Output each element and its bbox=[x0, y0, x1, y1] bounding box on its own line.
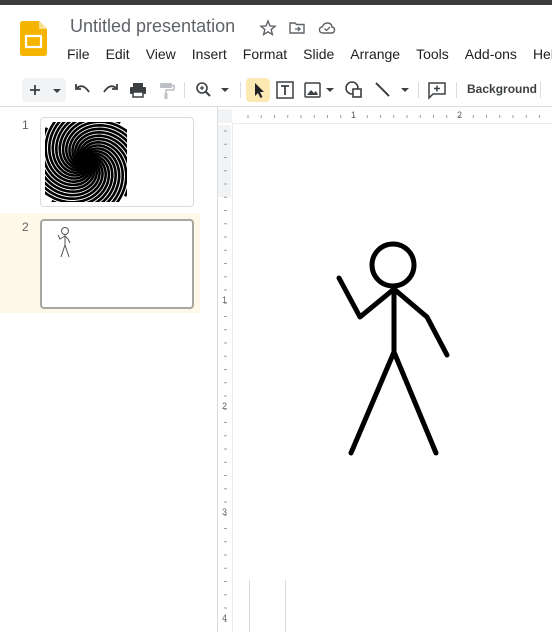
slide-number: 2 bbox=[22, 220, 29, 234]
slide-thumbnail-1[interactable] bbox=[40, 117, 194, 207]
toolbar-separator bbox=[240, 82, 241, 98]
ruler-label: 2 bbox=[222, 401, 228, 411]
shape-icon bbox=[345, 81, 362, 98]
document-title[interactable]: Untitled presentation bbox=[70, 16, 235, 37]
menu-help[interactable]: Help bbox=[525, 44, 552, 64]
select-tool-button[interactable] bbox=[246, 78, 270, 102]
toolbar: Background bbox=[0, 74, 552, 107]
toolbar-separator bbox=[418, 82, 419, 98]
stick-figure-drawing[interactable] bbox=[233, 124, 552, 632]
ruler-label: 1 bbox=[351, 110, 357, 120]
select-icon bbox=[255, 83, 264, 98]
print-button[interactable] bbox=[127, 78, 149, 102]
ruler-label: 4 bbox=[222, 613, 228, 623]
menu-insert[interactable]: Insert bbox=[184, 44, 235, 64]
slides-logo-icon[interactable] bbox=[20, 21, 47, 56]
undo-icon bbox=[75, 84, 90, 93]
move-to-folder-icon[interactable] bbox=[288, 19, 306, 37]
cloud-saved-icon[interactable] bbox=[318, 19, 336, 37]
textbox-icon bbox=[276, 81, 294, 99]
line-button[interactable] bbox=[372, 78, 412, 102]
insert-image-button[interactable] bbox=[302, 78, 336, 102]
ruler-corner bbox=[218, 109, 232, 123]
slide-thumbnail-2[interactable] bbox=[40, 219, 194, 309]
ruler-ticks bbox=[224, 130, 227, 622]
new-slide-button[interactable] bbox=[22, 78, 66, 102]
stick-figure-thumbnail bbox=[57, 227, 71, 258]
spiral-image bbox=[45, 122, 127, 202]
toolbar-separator bbox=[184, 82, 185, 98]
slide-canvas[interactable] bbox=[233, 124, 552, 632]
comment-icon bbox=[428, 82, 446, 100]
textbox-button[interactable] bbox=[274, 78, 296, 102]
shape-button[interactable] bbox=[342, 78, 366, 102]
ruler-label: 3 bbox=[222, 507, 228, 517]
paint-format-button[interactable] bbox=[155, 78, 177, 102]
print-icon bbox=[130, 83, 146, 98]
menu-arrange[interactable]: Arrange bbox=[342, 44, 408, 64]
toolbar-separator bbox=[540, 82, 541, 98]
line-icon bbox=[375, 82, 409, 97]
window-top-strip bbox=[0, 0, 552, 5]
menu-file[interactable]: File bbox=[59, 44, 98, 64]
menu-view[interactable]: View bbox=[138, 44, 184, 64]
star-icon[interactable] bbox=[259, 19, 277, 37]
paint-format-icon bbox=[160, 83, 175, 99]
ruler-label: 2 bbox=[457, 110, 463, 120]
guide-line bbox=[285, 580, 286, 632]
zoom-icon bbox=[196, 82, 229, 97]
guide-line bbox=[249, 580, 250, 632]
slide-number: 1 bbox=[22, 118, 29, 132]
zoom-button[interactable] bbox=[193, 78, 235, 102]
background-button[interactable]: Background bbox=[467, 82, 537, 96]
menu-tools[interactable]: Tools bbox=[408, 44, 457, 64]
menu-edit[interactable]: Edit bbox=[98, 44, 138, 64]
ruler-ticks bbox=[247, 115, 540, 118]
horizontal-ruler: 1 2 bbox=[232, 109, 552, 124]
vertical-ruler: 1 2 3 4 bbox=[218, 123, 233, 632]
redo-icon bbox=[103, 84, 118, 93]
menu-add-ons[interactable]: Add-ons bbox=[457, 44, 525, 64]
menu-slide[interactable]: Slide bbox=[295, 44, 342, 64]
comment-button[interactable] bbox=[426, 78, 448, 102]
toolbar-separator bbox=[456, 82, 457, 98]
undo-button[interactable] bbox=[72, 78, 94, 102]
ruler-label: 1 bbox=[222, 295, 228, 305]
menu-bar: File Edit View Insert Format Slide Arran… bbox=[59, 44, 552, 64]
new-slide-icon bbox=[30, 85, 61, 95]
menu-format[interactable]: Format bbox=[235, 44, 295, 64]
image-icon bbox=[304, 82, 334, 98]
redo-button[interactable] bbox=[99, 78, 121, 102]
